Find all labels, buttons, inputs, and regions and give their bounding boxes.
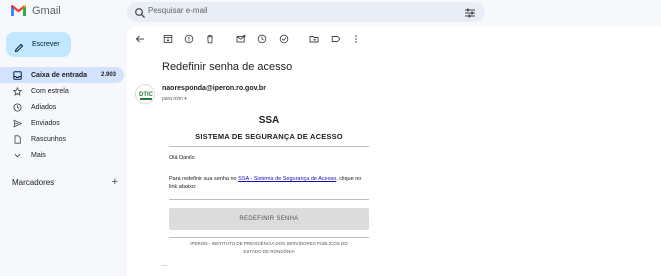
divider — [169, 237, 369, 238]
sender-avatar[interactable]: DTIC — [135, 84, 155, 104]
sender-address[interactable]: naoresponda@iperon.ro.gov.br — [162, 85, 266, 92]
sidebar-item-label: Com estrela — [31, 87, 69, 95]
snooze-icon[interactable] — [255, 32, 269, 46]
avatar-text: DTIC — [139, 92, 154, 98]
sidebar-nav: Caixa de entrada 2.903 Com estrela Adiad… — [0, 67, 124, 163]
gmail-wordmark: Gmail — [32, 4, 61, 17]
reset-password-button[interactable]: REDEFINIR SENHA — [169, 208, 369, 230]
compose-label: Escrever — [32, 41, 60, 48]
body-title: SSA — [258, 115, 280, 126]
top-bar: Gmail Pesquisar e-mail — [0, 0, 661, 24]
sidebar-item-label: Rascunhos — [31, 135, 67, 143]
search-icon[interactable] — [134, 6, 146, 18]
inbox-count: 2.903 — [100, 72, 116, 78]
add-label-button[interactable]: + — [112, 177, 118, 188]
clock-icon — [13, 102, 22, 112]
mark-unread-icon[interactable] — [234, 32, 248, 46]
report-spam-icon[interactable] — [182, 32, 196, 46]
message-toolbar — [127, 32, 661, 46]
sidebar-item-drafts[interactable]: Rascunhos — [0, 131, 124, 147]
archive-icon[interactable] — [161, 32, 175, 46]
show-trimmed-content-button[interactable]: ... — [162, 262, 167, 268]
more-options-icon[interactable] — [349, 32, 363, 46]
gmail-m-icon — [10, 4, 27, 17]
sidebar-item-label: Caixa de entrada — [31, 71, 88, 79]
labels-title: Marcadores — [12, 177, 55, 187]
search-input[interactable]: Pesquisar e-mail — [148, 6, 208, 15]
message-view: Redefinir senha de acesso DTIC naorespon… — [127, 26, 661, 276]
sidebar-item-more[interactable]: Mais — [0, 147, 124, 163]
sidebar-item-label: Mais — [31, 151, 46, 159]
ssa-link[interactable]: SSA - Sistema de Segurança de Acesso — [238, 176, 336, 182]
sidebar-item-sent[interactable]: Enviados — [0, 115, 124, 131]
compose-button[interactable]: Escrever — [6, 32, 71, 57]
send-icon — [13, 119, 22, 128]
email-footer: IPERON - INSTITUTO DE PREVIDÊNCIA DOS SE… — [190, 241, 348, 254]
move-to-icon[interactable] — [307, 32, 321, 46]
search-bar[interactable]: Pesquisar e-mail — [127, 2, 485, 22]
body-subtitle: SISTEMA DE SEGURANÇA DE ACESSO — [195, 132, 343, 141]
search-options-icon[interactable] — [464, 6, 476, 18]
sidebar-item-label: Enviados — [31, 119, 60, 127]
add-task-icon[interactable] — [277, 32, 291, 46]
pencil-icon — [14, 40, 24, 52]
email-subject: Redefinir senha de acesso — [162, 61, 293, 73]
divider — [169, 199, 369, 200]
sidebar-item-starred[interactable]: Com estrela — [0, 83, 124, 99]
back-icon[interactable] — [133, 32, 147, 46]
inbox-icon — [13, 70, 22, 80]
chevron-down-icon — [13, 151, 22, 160]
sidebar-item-inbox[interactable]: Caixa de entrada 2.903 — [0, 67, 124, 83]
labels-section: Marcadores + — [12, 176, 118, 188]
email-body: SSA SISTEMA DE SEGURANÇA DE ACESSO Olá D… — [169, 115, 369, 254]
draft-icon — [13, 134, 22, 144]
sidebar-item-label: Adiados — [31, 103, 57, 111]
label-icon[interactable] — [329, 32, 343, 46]
greeting-text: Olá Danilo — [169, 155, 195, 161]
star-icon — [13, 86, 22, 96]
instruction-text: Para redefinir sua senha no SSA - Sistem… — [169, 176, 362, 190]
recipient-details[interactable]: para mim ▾ — [162, 96, 187, 102]
sidebar-item-snoozed[interactable]: Adiados — [0, 99, 124, 115]
gmail-logo[interactable]: Gmail — [10, 4, 61, 17]
delete-icon[interactable] — [203, 32, 217, 46]
divider — [169, 146, 369, 147]
